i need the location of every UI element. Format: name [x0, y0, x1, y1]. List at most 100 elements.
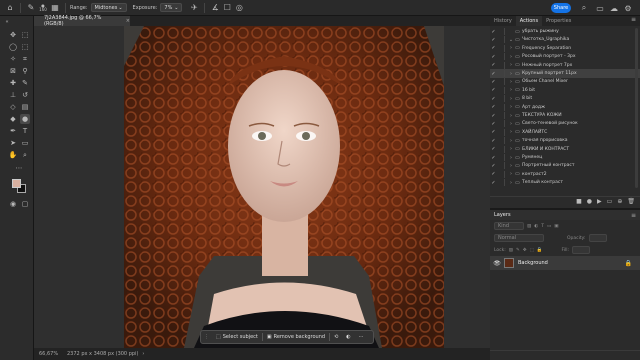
dialog-toggle[interactable]	[497, 36, 505, 44]
expand-arrow-icon[interactable]: ›	[507, 146, 515, 152]
new-set-icon[interactable]: ▭	[607, 198, 613, 205]
checkmark-icon[interactable]: ✓	[490, 71, 497, 77]
artboard-tool-icon[interactable]: ⬚	[20, 30, 30, 40]
foreground-color-swatch[interactable]	[12, 179, 21, 188]
dialog-toggle[interactable]	[497, 154, 505, 161]
lock-brush-icon[interactable]: ✎	[516, 248, 520, 253]
dialog-toggle[interactable]	[497, 179, 505, 187]
filter-pixel-icon[interactable]: ▨	[527, 224, 531, 229]
airbrush-icon[interactable]: ✈	[188, 2, 200, 14]
home-icon[interactable]: ⌂	[4, 2, 16, 14]
checkmark-icon[interactable]: ✓	[490, 37, 497, 43]
layer-name[interactable]: Background	[518, 260, 548, 266]
more-tools-icon[interactable]: ⋯	[14, 163, 24, 173]
checkmark-icon[interactable]: ✓	[490, 163, 497, 169]
expand-arrow-icon[interactable]: ⌄	[507, 37, 515, 43]
dialog-toggle[interactable]	[497, 78, 505, 86]
expand-arrow-icon[interactable]: ›	[507, 45, 515, 51]
blend-mode-select[interactable]: Normal	[494, 234, 544, 242]
document-tab[interactable]: 7J2A3844.jpg @ 66,7% (RGB/8) ×	[34, 15, 130, 27]
action-row[interactable]: ✓ › ▭ Теплый контраст	[490, 178, 640, 187]
exposure-field[interactable]: 7% ⌄	[160, 3, 183, 12]
checkmark-icon[interactable]: ✓	[490, 45, 497, 51]
workspace-icon[interactable]: ▭	[594, 2, 606, 14]
expand-arrow-icon[interactable]: ›	[507, 163, 515, 169]
checkmark-icon[interactable]: ✓	[490, 180, 497, 186]
fill-field[interactable]	[572, 246, 591, 254]
checkmark-icon[interactable]: ✓	[490, 29, 497, 35]
angle-icon[interactable]: ∡	[209, 2, 221, 14]
dodge-tool-icon[interactable]: ●	[20, 114, 30, 124]
checkmark-icon[interactable]: ✓	[490, 138, 497, 144]
zoom-level[interactable]: 66,67%	[39, 351, 61, 357]
more-options-icon[interactable]: ⋯	[355, 330, 368, 344]
checkmark-icon[interactable]: ✓	[490, 155, 497, 161]
opacity-field[interactable]	[588, 234, 607, 242]
expand-arrow-icon[interactable]: ›	[507, 79, 515, 85]
panel-menu-icon[interactable]: ≡	[631, 16, 640, 26]
checkmark-icon[interactable]: ✓	[490, 121, 497, 127]
lock-move-icon[interactable]: ✥	[523, 248, 527, 253]
dialog-toggle[interactable]	[497, 53, 505, 61]
select-subject-button[interactable]: ⬚ Select subject	[212, 330, 262, 344]
checkmark-icon[interactable]: ✓	[490, 79, 497, 85]
document-size[interactable]: 2372 px x 3408 px (300 ppi)	[67, 351, 138, 357]
new-action-icon[interactable]: ⊕	[617, 198, 622, 205]
lock-icon[interactable]: 🔒	[625, 260, 640, 267]
lock-artboard-icon[interactable]: ⬚	[530, 248, 534, 253]
expand-arrow-icon[interactable]: ›	[507, 87, 515, 93]
tab-history[interactable]: History	[490, 16, 516, 26]
canvas-area[interactable]	[34, 26, 490, 348]
lock-pixels-icon[interactable]: ▨	[509, 248, 513, 253]
tab-actions[interactable]: Actions	[515, 16, 543, 26]
quick-select-tool-icon[interactable]: ✧	[8, 54, 18, 64]
hand-tool-icon[interactable]: ✋	[8, 150, 18, 160]
expand-arrow-icon[interactable]: ›	[507, 171, 515, 177]
expand-arrow-icon[interactable]: ›	[507, 121, 515, 127]
checkmark-icon[interactable]: ✓	[490, 87, 497, 93]
expand-arrow-icon[interactable]: ›	[507, 62, 515, 68]
checkmark-icon[interactable]: ✓	[490, 104, 497, 110]
expand-arrow-icon[interactable]: ›	[507, 113, 515, 119]
expand-arrow-icon[interactable]: ›	[507, 96, 515, 102]
dialog-toggle[interactable]	[497, 112, 505, 119]
expand-arrow-icon[interactable]: ›	[507, 138, 515, 144]
chevron-right-icon[interactable]: ›	[142, 351, 144, 357]
frame-tool-icon[interactable]: ⊠	[8, 66, 18, 76]
settings-icon[interactable]: ⚙	[622, 2, 634, 14]
expand-arrow-icon[interactable]: ›	[507, 129, 515, 135]
checkmark-icon[interactable]: ✓	[490, 129, 497, 135]
expand-arrow-icon[interactable]: ›	[507, 104, 515, 110]
checkmark-icon[interactable]: ✓	[490, 171, 497, 177]
lasso-tool-icon[interactable]: ◯	[8, 42, 18, 52]
brush-size-icon[interactable]: ● 160	[37, 2, 49, 14]
shape-tool-icon[interactable]: ▭	[20, 138, 30, 148]
move-tool-icon[interactable]: ✥	[8, 30, 18, 40]
play-icon[interactable]: ▶	[597, 198, 602, 205]
panel-menu-icon[interactable]: ≡	[631, 212, 640, 219]
checkmark-icon[interactable]: ✓	[490, 113, 497, 119]
dialog-toggle[interactable]	[497, 95, 505, 103]
filter-shape-icon[interactable]: ▭	[547, 224, 551, 229]
portrait-photo[interactable]	[124, 26, 444, 348]
close-icon[interactable]: ×	[126, 18, 130, 24]
marquee-tool-icon[interactable]: ⬚	[20, 42, 30, 52]
expand-arrow-icon[interactable]: ›	[507, 180, 515, 186]
layer-kind-filter[interactable]: Kind	[494, 222, 524, 230]
drag-handle-icon[interactable]: ⋮	[201, 330, 212, 344]
collapse-icon[interactable]: «	[2, 17, 12, 27]
dodge-tool-preset-icon[interactable]: ✎	[25, 2, 37, 14]
checkmark-icon[interactable]: ✓	[490, 146, 497, 152]
zoom-tool-icon[interactable]: ⌕	[20, 150, 30, 160]
dialog-toggle[interactable]	[497, 61, 505, 69]
tab-properties[interactable]: Properties	[542, 16, 575, 26]
lock-all-icon[interactable]: 🔒	[537, 248, 543, 253]
expand-arrow-icon[interactable]: ›	[507, 71, 515, 77]
dialog-toggle[interactable]	[497, 86, 505, 94]
brush-tool-icon[interactable]: ✎	[20, 78, 30, 88]
dialog-toggle[interactable]	[497, 145, 505, 153]
cloud-icon[interactable]: ☁	[608, 2, 620, 14]
blur-tool-icon[interactable]: ◆	[8, 114, 18, 124]
path-select-icon[interactable]: ➤	[8, 138, 18, 148]
quick-mask-icon[interactable]: ◉	[8, 199, 18, 209]
